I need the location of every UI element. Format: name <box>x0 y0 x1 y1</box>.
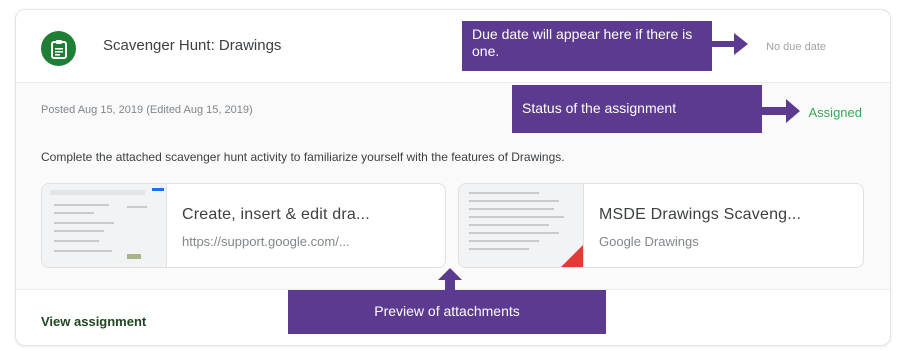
callout-preview: Preview of attachments <box>288 290 606 334</box>
due-date: No due date <box>766 41 826 53</box>
attachment-title: Create, insert & edit dra... <box>182 206 370 223</box>
callout-due-date: Due date will appear here if there is on… <box>462 21 712 71</box>
assignment-description: Complete the attached scavenger hunt act… <box>41 150 565 164</box>
callout-status: Status of the assignment <box>512 85 762 133</box>
attachment-thumbnail <box>459 184 584 267</box>
callout-arrow-status <box>762 99 800 123</box>
attachment-type: Google Drawings <box>599 234 699 249</box>
assignment-header[interactable]: Scavenger Hunt: Drawings No due date <box>16 10 890 82</box>
drawings-corner-mark <box>561 245 583 267</box>
attachment-card-drawings[interactable]: MSDE Drawings Scaveng... Google Drawings <box>458 183 864 268</box>
assignment-icon <box>41 31 76 66</box>
view-assignment-link[interactable]: View assignment <box>41 314 146 329</box>
assignment-title: Scavenger Hunt: Drawings <box>103 37 282 54</box>
posted-date: Posted Aug 15, 2019 (Edited Aug 15, 2019… <box>41 104 253 116</box>
callout-arrow-preview <box>438 268 462 290</box>
status-badge: Assigned <box>808 105 862 120</box>
attachment-title: MSDE Drawings Scaveng... <box>599 206 802 223</box>
attachment-url: https://support.google.com/... <box>182 234 350 249</box>
attachment-thumbnail <box>42 184 167 267</box>
attachment-card-support[interactable]: Create, insert & edit dra... https://sup… <box>41 183 446 268</box>
callout-arrow-due <box>712 33 748 55</box>
